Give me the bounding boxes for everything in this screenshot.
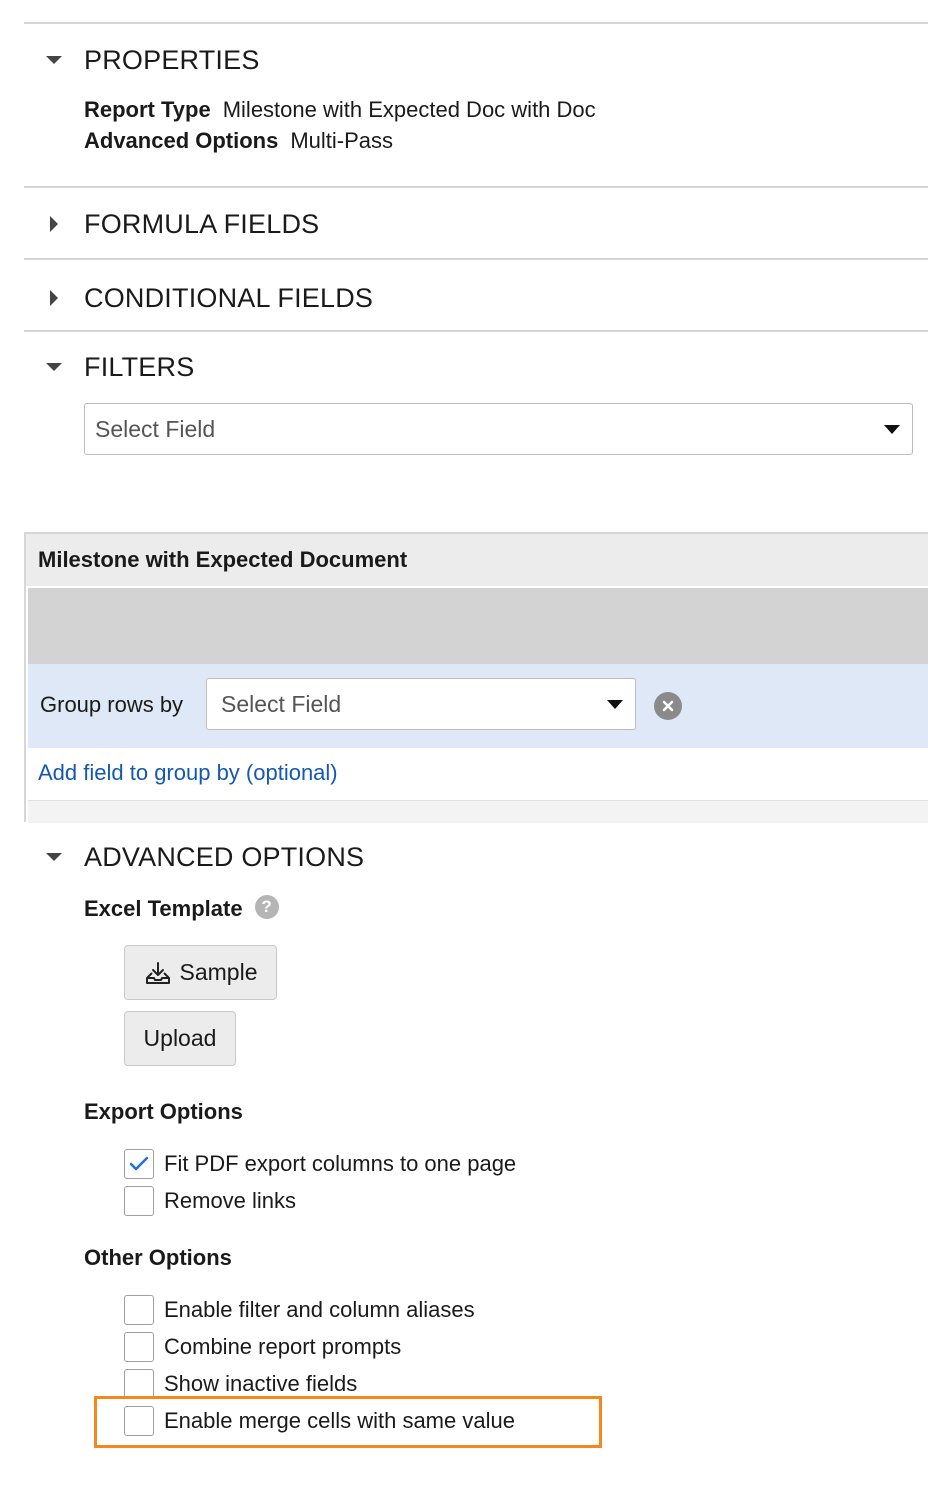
report-panel-title: Milestone with Expected Document bbox=[38, 547, 408, 572]
checkbox[interactable] bbox=[124, 1149, 154, 1179]
caret-right-icon bbox=[24, 289, 84, 307]
report-panel-placeholder-area bbox=[28, 588, 928, 664]
other-options-label: Other Options bbox=[84, 1245, 232, 1270]
advanced-options-row: Advanced Options Multi-Pass bbox=[84, 128, 393, 154]
group-field-select[interactable]: Select Field bbox=[206, 678, 636, 730]
filter-field-select[interactable]: Select Field bbox=[84, 403, 913, 455]
excel-template-row: Excel Template? bbox=[84, 895, 279, 922]
divider bbox=[24, 330, 928, 332]
checkbox[interactable] bbox=[124, 1369, 154, 1399]
filters-header[interactable]: FILTERS bbox=[24, 347, 194, 387]
formula-fields-title: FORMULA FIELDS bbox=[84, 208, 320, 239]
filter-select-placeholder: Select Field bbox=[95, 415, 216, 442]
filters-title: FILTERS bbox=[84, 351, 195, 382]
caret-down-icon bbox=[24, 55, 84, 65]
group-select-placeholder: Select Field bbox=[221, 690, 342, 717]
report-panel-header: Milestone with Expected Document bbox=[26, 534, 928, 586]
checkbox[interactable] bbox=[124, 1186, 154, 1216]
highlight-box bbox=[94, 1396, 602, 1448]
export-option-remove-links[interactable]: Remove links bbox=[124, 1185, 296, 1217]
advanced-options-header[interactable]: ADVANCED OPTIONS bbox=[24, 837, 364, 877]
checkbox-label: Remove links bbox=[164, 1188, 297, 1213]
add-group-field-link[interactable]: Add field to group by (optional) bbox=[38, 760, 338, 786]
properties-title: PROPERTIES bbox=[84, 44, 260, 75]
dropdown-arrow-icon bbox=[595, 699, 635, 709]
report-panel: Milestone with Expected Document Group r… bbox=[24, 532, 928, 823]
report-panel-footer bbox=[28, 800, 928, 823]
report-type-label: Report Type bbox=[84, 97, 211, 122]
group-rows-row: Group rows by Select Field bbox=[28, 664, 928, 748]
upload-button[interactable]: Upload bbox=[124, 1011, 236, 1066]
checkbox-label: Show inactive fields bbox=[164, 1371, 358, 1396]
checkmark-icon bbox=[129, 1156, 149, 1171]
sample-button[interactable]: Sample bbox=[124, 945, 277, 1000]
advanced-options-value: Multi-Pass bbox=[290, 128, 394, 153]
checkbox-label: Combine report prompts bbox=[164, 1334, 402, 1359]
other-option-filter-aliases[interactable]: Enable filter and column aliases bbox=[124, 1294, 475, 1326]
group-rows-label: Group rows by bbox=[40, 692, 184, 717]
sample-button-label: Sample bbox=[179, 959, 258, 985]
export-option-fit-pdf[interactable]: Fit PDF export columns to one page bbox=[124, 1148, 516, 1180]
caret-down-icon bbox=[24, 362, 84, 372]
divider bbox=[24, 186, 928, 188]
checkbox[interactable] bbox=[124, 1295, 154, 1325]
checkbox-label: Enable filter and column aliases bbox=[164, 1297, 475, 1322]
conditional-fields-title: CONDITIONAL FIELDS bbox=[84, 282, 374, 313]
divider bbox=[24, 22, 928, 24]
caret-right-icon bbox=[24, 215, 84, 233]
conditional-fields-header[interactable]: CONDITIONAL FIELDS bbox=[24, 278, 373, 318]
formula-fields-header[interactable]: FORMULA FIELDS bbox=[24, 204, 319, 244]
caret-down-icon bbox=[24, 852, 84, 862]
advanced-options-title: ADVANCED OPTIONS bbox=[84, 841, 365, 872]
advanced-options-label: Advanced Options bbox=[84, 128, 279, 153]
properties-header[interactable]: PROPERTIES bbox=[24, 40, 260, 80]
divider bbox=[24, 258, 928, 260]
help-icon[interactable]: ? bbox=[254, 895, 279, 920]
dropdown-arrow-icon bbox=[872, 424, 912, 434]
report-type-value: Milestone with Expected Doc with Doc bbox=[222, 97, 596, 122]
clear-x-icon[interactable] bbox=[654, 692, 682, 720]
checkbox-label: Fit PDF export columns to one page bbox=[164, 1151, 517, 1176]
upload-button-label: Upload bbox=[143, 1025, 217, 1051]
report-type-row: Report Type Milestone with Expected Doc w… bbox=[84, 97, 596, 123]
export-options-label: Export Options bbox=[84, 1099, 243, 1124]
other-option-combine-prompts[interactable]: Combine report prompts bbox=[124, 1331, 401, 1363]
excel-template-label: Excel Template bbox=[84, 896, 243, 921]
checkbox[interactable] bbox=[124, 1332, 154, 1362]
download-tray-icon bbox=[145, 961, 170, 984]
